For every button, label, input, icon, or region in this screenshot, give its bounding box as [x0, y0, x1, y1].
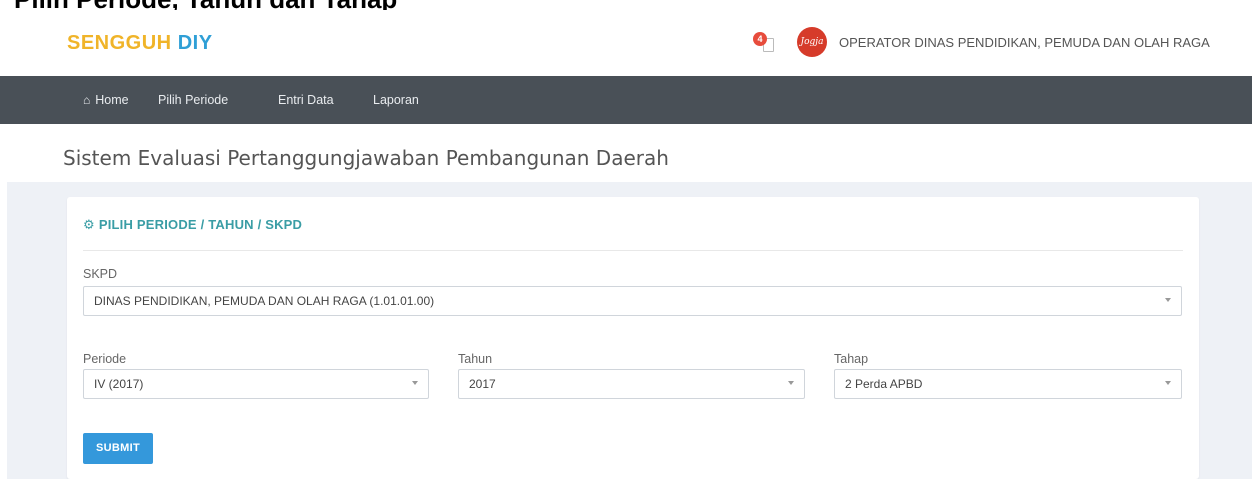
submit-button[interactable]: SUBMIT: [83, 433, 153, 464]
periode-label: Periode: [83, 352, 127, 366]
panel-title: ⚙ PILIH PERIODE / TAHUN / SKPD: [83, 217, 302, 233]
user-name[interactable]: OPERATOR DINAS PENDIDIKAN, PEMUDA DAN OL…: [839, 35, 1210, 50]
title-bar: Sistem Evaluasi Pertanggungjawaban Pemba…: [0, 124, 1252, 182]
notification-button[interactable]: 4: [753, 32, 779, 58]
main-navbar: ⌂ Home Pilih Periode Entri Data Laporan: [0, 76, 1252, 124]
brand-part2: DIY: [177, 32, 213, 54]
brand-part1: SENGGUH: [67, 32, 172, 54]
nav-item-laporan[interactable]: Laporan: [373, 93, 419, 107]
header: SENGGUH DIY 4 Jogja OPERATOR DINAS PENDI…: [0, 10, 1252, 76]
panel-divider: [83, 250, 1183, 251]
chevron-down-icon: [788, 381, 794, 385]
periode-select[interactable]: IV (2017): [83, 369, 429, 399]
periode-select-value: IV (2017): [94, 377, 144, 391]
nav-item-home-label: Home: [95, 93, 129, 107]
home-icon: ⌂: [83, 93, 91, 107]
select-period-panel: ⚙ PILIH PERIODE / TAHUN / SKPD SKPD DINAS…: [67, 197, 1199, 479]
tahun-label: Tahun: [458, 352, 493, 366]
nav-item-pilih-periode[interactable]: Pilih Periode: [158, 93, 228, 107]
top-cut-caption-text: Pilih Periode, Tahun dan Tahap: [14, 0, 397, 10]
tahap-select-value: 2 Perda APBD: [845, 377, 923, 391]
page-title: Sistem Evaluasi Pertanggungjawaban Pemba…: [63, 146, 669, 170]
nav-item-entri-data[interactable]: Entri Data: [278, 93, 334, 107]
chevron-down-icon: [1165, 381, 1171, 385]
user-avatar[interactable]: Jogja: [797, 27, 827, 57]
skpd-select-value: DINAS PENDIDIKAN, PEMUDA DAN OLAH RAGA (…: [94, 294, 435, 308]
skpd-label: SKPD: [83, 267, 118, 281]
top-cut-caption: Pilih Periode, Tahun dan Tahap: [0, 0, 1252, 10]
panel-title-text: PILIH PERIODE / TAHUN / SKPD: [98, 217, 303, 232]
chevron-down-icon: [1165, 298, 1171, 302]
nav-item-pilih-periode-label: Pilih Periode: [158, 93, 229, 107]
tahap-label: Tahap: [834, 352, 869, 366]
chevron-down-icon: [412, 381, 418, 385]
brand-logo[interactable]: SENGGUH DIY: [67, 32, 213, 55]
tahun-select[interactable]: 2017: [458, 369, 805, 399]
gear-icon: ⚙: [83, 217, 95, 232]
tahun-select-value: 2017: [469, 377, 496, 391]
tahap-select[interactable]: 2 Perda APBD: [834, 369, 1182, 399]
nav-item-laporan-label: Laporan: [373, 93, 419, 107]
notification-badge: 4: [753, 32, 767, 46]
nav-item-entri-data-label: Entri Data: [278, 93, 334, 107]
skpd-select[interactable]: DINAS PENDIDIKAN, PEMUDA DAN OLAH RAGA (…: [83, 286, 1182, 316]
nav-item-home[interactable]: ⌂ Home: [83, 93, 129, 107]
